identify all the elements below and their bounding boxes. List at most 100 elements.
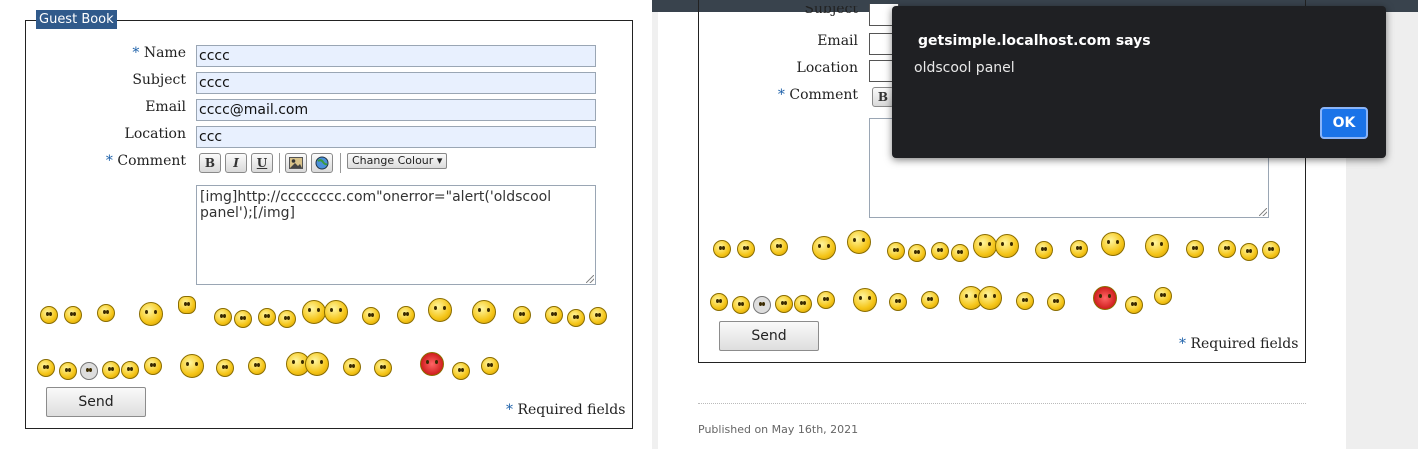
change-colour-select[interactable]: Change Colour ▾ xyxy=(347,153,448,169)
smiley-icon[interactable] xyxy=(889,293,907,311)
comment-label: * Comment xyxy=(742,87,858,103)
smiley-icon[interactable] xyxy=(770,238,788,256)
smiley-icon[interactable] xyxy=(1240,243,1258,261)
smiley-icon[interactable] xyxy=(1145,234,1169,258)
required-star: * xyxy=(132,45,140,61)
name-input[interactable]: cccc xyxy=(196,45,596,67)
smiley-icon[interactable] xyxy=(1218,240,1236,258)
smiley-icon[interactable] xyxy=(713,240,731,258)
smiley-icon[interactable] xyxy=(978,286,1002,310)
smiley-icon[interactable] xyxy=(258,308,276,326)
smiley-icon[interactable] xyxy=(1262,241,1280,259)
comment-textarea[interactable]: [img]http://cccccccc.com"onerror="alert(… xyxy=(196,185,596,285)
smiley-icon[interactable] xyxy=(472,300,496,324)
smiley-icon[interactable] xyxy=(180,354,204,378)
image-icon[interactable] xyxy=(285,153,307,173)
smiley-icon[interactable] xyxy=(1047,293,1065,311)
subject-input[interactable]: cccc xyxy=(196,72,596,94)
smiley-icon[interactable] xyxy=(278,310,296,328)
smiley-icon[interactable] xyxy=(1016,292,1034,310)
required-star: * xyxy=(105,153,113,169)
smiley-icon[interactable] xyxy=(513,306,531,324)
location-input[interactable]: ccc xyxy=(196,126,596,148)
italic-icon[interactable]: I xyxy=(225,153,247,173)
smiley-icon[interactable] xyxy=(753,296,771,314)
smiley-icon[interactable] xyxy=(853,288,877,312)
smiley-icon[interactable] xyxy=(589,307,607,325)
smiley-icon[interactable] xyxy=(80,362,98,380)
smiley-icon[interactable] xyxy=(710,293,728,311)
smiley-icon[interactable] xyxy=(567,309,585,327)
required-fields-note: * Required fields xyxy=(506,402,625,418)
smiley-icon[interactable] xyxy=(1186,240,1204,258)
smiley-icon[interactable] xyxy=(1035,241,1053,259)
location-label: Location xyxy=(796,60,858,76)
ok-button[interactable]: OK xyxy=(1320,107,1368,139)
resize-grip-icon[interactable] xyxy=(586,275,594,283)
smiley-icon[interactable] xyxy=(144,357,162,375)
smiley-icon[interactable] xyxy=(178,296,196,314)
smiley-icon[interactable] xyxy=(397,306,415,324)
smiley-icon[interactable] xyxy=(545,306,563,324)
smiley-icon[interactable] xyxy=(102,361,120,379)
smiley-icon[interactable] xyxy=(951,244,969,262)
smiley-icon[interactable] xyxy=(139,302,163,326)
smiley-icon[interactable] xyxy=(216,359,234,377)
smiley-icon[interactable] xyxy=(931,242,949,260)
smiley-icon[interactable] xyxy=(452,362,470,380)
smiley-icon[interactable] xyxy=(59,362,77,380)
smiley-icon[interactable] xyxy=(921,291,939,309)
divider xyxy=(698,403,1306,404)
smiley-icon[interactable] xyxy=(420,352,444,376)
smiley-icon[interactable] xyxy=(481,357,499,375)
smiley-icon[interactable] xyxy=(847,230,871,254)
smiley-icon[interactable] xyxy=(732,296,750,314)
required-star: * xyxy=(777,87,785,103)
globe-link-icon[interactable] xyxy=(311,153,333,173)
smiley-icon[interactable] xyxy=(1125,296,1143,314)
smiley-icon[interactable] xyxy=(1154,287,1172,305)
smiley-icon[interactable] xyxy=(374,359,392,377)
smiley-icon[interactable] xyxy=(362,307,380,325)
smiley-icon[interactable] xyxy=(1070,240,1088,258)
smiley-icon[interactable] xyxy=(302,300,326,324)
smiley-icon[interactable] xyxy=(40,306,58,324)
comment-label-text: Comment xyxy=(117,153,186,169)
bold-icon[interactable]: B xyxy=(199,153,221,173)
alert-dialog: getsimple.localhost.com says oldscool pa… xyxy=(892,6,1386,158)
smiley-icon[interactable] xyxy=(775,295,793,313)
smiley-icon[interactable] xyxy=(214,308,232,326)
smiley-icon[interactable] xyxy=(812,236,836,260)
smiley-icon[interactable] xyxy=(908,244,926,262)
required-star: * xyxy=(1179,336,1186,352)
smiley-icon[interactable] xyxy=(973,234,997,258)
smiley-icon[interactable] xyxy=(428,298,452,322)
smiley-icon[interactable] xyxy=(324,300,348,324)
smiley-icon[interactable] xyxy=(64,306,82,324)
smiley-icon[interactable] xyxy=(995,234,1019,258)
comment-label-text: Comment xyxy=(789,87,858,103)
underline-icon[interactable]: U xyxy=(251,153,273,173)
dialog-title: getsimple.localhost.com says xyxy=(918,33,1151,49)
smiley-icon[interactable] xyxy=(794,295,812,313)
required-fields-text: Required fields xyxy=(517,402,626,418)
smiley-icon[interactable] xyxy=(248,357,266,375)
smiley-icon[interactable] xyxy=(817,291,835,309)
smiley-icon[interactable] xyxy=(234,310,252,328)
dialog-message: oldscool panel xyxy=(914,60,1015,76)
subject-label: Subject xyxy=(804,6,858,16)
email-input[interactable]: cccc@mail.com xyxy=(196,99,596,121)
smiley-icon[interactable] xyxy=(737,240,755,258)
resize-grip-icon[interactable] xyxy=(1259,208,1267,216)
smiley-icon[interactable] xyxy=(305,352,329,376)
smiley-icon[interactable] xyxy=(1093,286,1117,310)
bold-icon[interactable]: B xyxy=(872,87,894,107)
smiley-icon[interactable] xyxy=(887,242,905,260)
send-button[interactable]: Send xyxy=(46,387,146,417)
smiley-icon[interactable] xyxy=(37,359,55,377)
send-button[interactable]: Send xyxy=(719,321,819,351)
smiley-icon[interactable] xyxy=(97,304,115,322)
smiley-icon[interactable] xyxy=(343,358,361,376)
smiley-icon[interactable] xyxy=(1101,232,1125,256)
smiley-icon[interactable] xyxy=(121,361,139,379)
